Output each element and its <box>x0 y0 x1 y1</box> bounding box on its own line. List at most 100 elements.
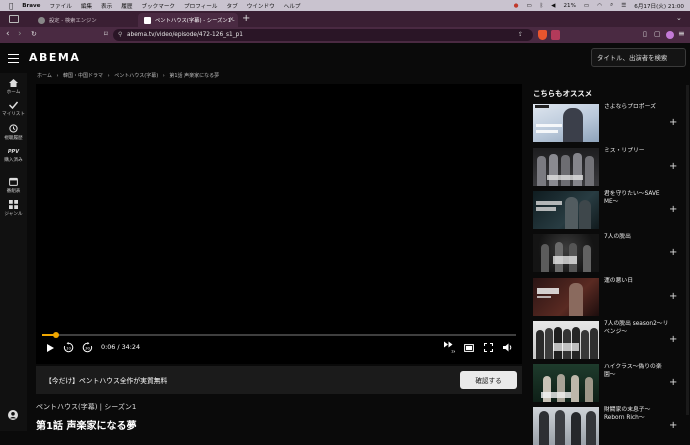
rail-item-schedule[interactable]: 番組表 <box>0 177 27 194</box>
spotlight-icon[interactable]: ⌕ <box>610 2 613 9</box>
rec-item[interactable]: 財閥家の末息子〜Reborn Rich〜 + <box>533 407 683 445</box>
rec-item[interactable]: 7人の脱出 + <box>533 234 683 272</box>
abema-logo[interactable]: ABEMA <box>29 51 80 64</box>
rec-thumbnail[interactable] <box>533 407 599 445</box>
menu-view[interactable]: 表示 <box>101 2 112 10</box>
rail-item-home[interactable]: ホーム <box>0 79 27 95</box>
video-player[interactable]: 10 30 0:06 / 34:24 1x <box>36 84 522 364</box>
add-to-mylist-button[interactable]: + <box>669 335 677 345</box>
menubar-datetime[interactable]: 6月17日(火) 21:00 <box>634 2 684 10</box>
tab-settings[interactable]: 設定 - 検索エンジン <box>32 13 136 27</box>
rec-item[interactable]: 運の悪い日 + <box>533 278 683 316</box>
fullscreen-icon[interactable] <box>484 343 493 352</box>
forward-button[interactable]: › <box>18 29 22 39</box>
rec-thumbnail[interactable] <box>533 191 599 229</box>
tab-close-icon[interactable]: × <box>229 16 234 23</box>
left-nav-rail: ホーム マイリスト 視聴履歴 PPV 購入済み 番組表 ジャンル <box>0 73 27 431</box>
wifi-icon[interactable]: ◠ <box>597 3 602 9</box>
rec-item[interactable]: 君を守りたい〜SAVE ME〜 + <box>533 191 683 229</box>
control-center-icon[interactable]: ☰ <box>621 3 626 9</box>
rec-item[interactable]: ハイクラス〜偽りの楽園〜 + <box>533 364 683 402</box>
time-display: 0:06 / 34:24 <box>101 343 140 351</box>
bookmark-icon[interactable]: ⌑ <box>104 30 108 38</box>
status-screen-icon[interactable]: ▭ <box>527 3 532 9</box>
skip-back-button[interactable]: 10 <box>63 342 74 353</box>
breadcrumb-genre[interactable]: 韓国・中国ドラマ <box>63 73 103 79</box>
rec-title[interactable]: 財閥家の末息子〜Reborn Rich〜 <box>604 407 670 422</box>
search-input[interactable]: タイトル、出演者を検索 <box>591 48 686 67</box>
menu-file[interactable]: ファイル <box>49 2 71 10</box>
add-to-mylist-button[interactable]: + <box>669 292 677 302</box>
reload-button[interactable]: ↻ <box>31 30 37 38</box>
add-to-mylist-button[interactable]: + <box>669 162 677 172</box>
sidebar-toggle-icon[interactable]: ▯ <box>643 30 647 38</box>
browser-menu-icon[interactable]: ≡ <box>678 29 685 38</box>
menu-tab[interactable]: タブ <box>226 2 237 10</box>
menu-edit[interactable]: 編集 <box>81 2 92 10</box>
bluetooth-icon[interactable]: ᛒ <box>540 3 543 9</box>
add-to-mylist-button[interactable]: + <box>669 421 677 431</box>
rail-item-genre[interactable]: ジャンル <box>0 200 27 217</box>
add-to-mylist-button[interactable]: + <box>669 118 677 128</box>
skip-forward-button[interactable]: 30 <box>82 342 93 353</box>
rec-thumbnail[interactable] <box>533 234 599 272</box>
menu-app-name[interactable]: Brave <box>22 3 40 9</box>
menu-profile[interactable]: プロフィール <box>184 2 217 10</box>
series-season-label[interactable]: ペントハウス(字幕) | シーズン1 <box>36 402 136 412</box>
page-scrollbar[interactable] <box>686 85 689 415</box>
status-record-icon[interactable]: ● <box>514 3 519 9</box>
breadcrumb-series[interactable]: ペントハウス(字幕) <box>114 73 158 79</box>
tab-overview-icon[interactable] <box>9 15 19 23</box>
rec-title[interactable]: 7人の脱出 season2〜リベンジ〜 <box>604 321 670 336</box>
rec-item[interactable]: 7人の脱出 season2〜リベンジ〜 + <box>533 321 683 359</box>
volume-control-icon[interactable] <box>503 343 513 352</box>
brave-shields-icon[interactable] <box>538 30 547 40</box>
theater-mode-icon[interactable] <box>464 344 474 352</box>
rail-item-history[interactable]: 視聴履歴 <box>0 124 27 141</box>
battery-icon[interactable]: ▭ <box>584 3 589 9</box>
add-to-mylist-button[interactable]: + <box>669 248 677 258</box>
rec-title[interactable]: ハイクラス〜偽りの楽園〜 <box>604 364 670 379</box>
menu-help[interactable]: ヘルプ <box>284 2 301 10</box>
rec-thumbnail[interactable] <box>533 321 599 359</box>
account-icon[interactable] <box>8 410 18 420</box>
progress-scrubber-handle[interactable] <box>52 332 59 338</box>
volume-icon[interactable]: ◀ <box>551 3 555 9</box>
rec-thumbnail[interactable] <box>533 148 599 186</box>
menu-bookmarks[interactable]: ブックマーク <box>141 2 175 10</box>
confirm-button[interactable]: 確認する <box>460 371 517 389</box>
site-info-icon[interactable]: ⚲ <box>118 31 122 38</box>
rec-thumbnail[interactable] <box>533 364 599 402</box>
profile-avatar[interactable] <box>666 31 674 39</box>
rec-item[interactable]: さよならプロポーズ + <box>533 104 683 142</box>
add-to-mylist-button[interactable]: + <box>669 205 677 215</box>
rail-item-purchased[interactable]: PPV 購入済み <box>0 149 27 163</box>
progress-bar[interactable] <box>42 332 516 338</box>
tab-search-icon[interactable]: ⌄ <box>676 14 682 22</box>
rec-title[interactable]: さよならプロポーズ <box>604 104 670 112</box>
rec-title[interactable]: 君を守りたい〜SAVE ME〜 <box>604 191 670 206</box>
rec-title[interactable]: ミス・リプリー <box>604 148 670 156</box>
rec-thumbnail[interactable] <box>533 104 599 142</box>
tab-abema[interactable]: ペントハウス(字幕) - シーズン1 - × <box>138 13 238 27</box>
rec-title[interactable]: 運の悪い日 <box>604 278 670 286</box>
play-button[interactable] <box>47 344 54 352</box>
add-to-mylist-button[interactable]: + <box>669 378 677 388</box>
address-bar[interactable]: ⚲ abema.tv/video/episode/472-126_s1_p1 ⇪ <box>113 29 533 41</box>
wallet-icon[interactable]: ▢ <box>654 30 661 38</box>
rec-item[interactable]: ミス・リプリー + <box>533 148 683 186</box>
rec-title[interactable]: 7人の脱出 <box>604 234 670 242</box>
hamburger-menu-icon[interactable] <box>8 54 19 63</box>
share-icon[interactable]: ⇪ <box>518 31 523 38</box>
rec-thumbnail[interactable] <box>533 278 599 316</box>
back-button[interactable]: ‹ <box>6 29 10 39</box>
playback-speed-button[interactable]: 1x <box>444 341 455 353</box>
new-tab-button[interactable]: + <box>242 13 250 24</box>
menu-history[interactable]: 履歴 <box>121 2 132 10</box>
apple-menu-icon[interactable]:  <box>9 2 13 10</box>
rail-item-mylist[interactable]: マイリスト <box>0 101 27 117</box>
menu-window[interactable]: ウインドウ <box>247 2 275 10</box>
battery-percent: 21% <box>563 2 576 9</box>
brave-rewards-icon[interactable] <box>551 30 560 40</box>
breadcrumb-home[interactable]: ホーム <box>37 73 52 79</box>
